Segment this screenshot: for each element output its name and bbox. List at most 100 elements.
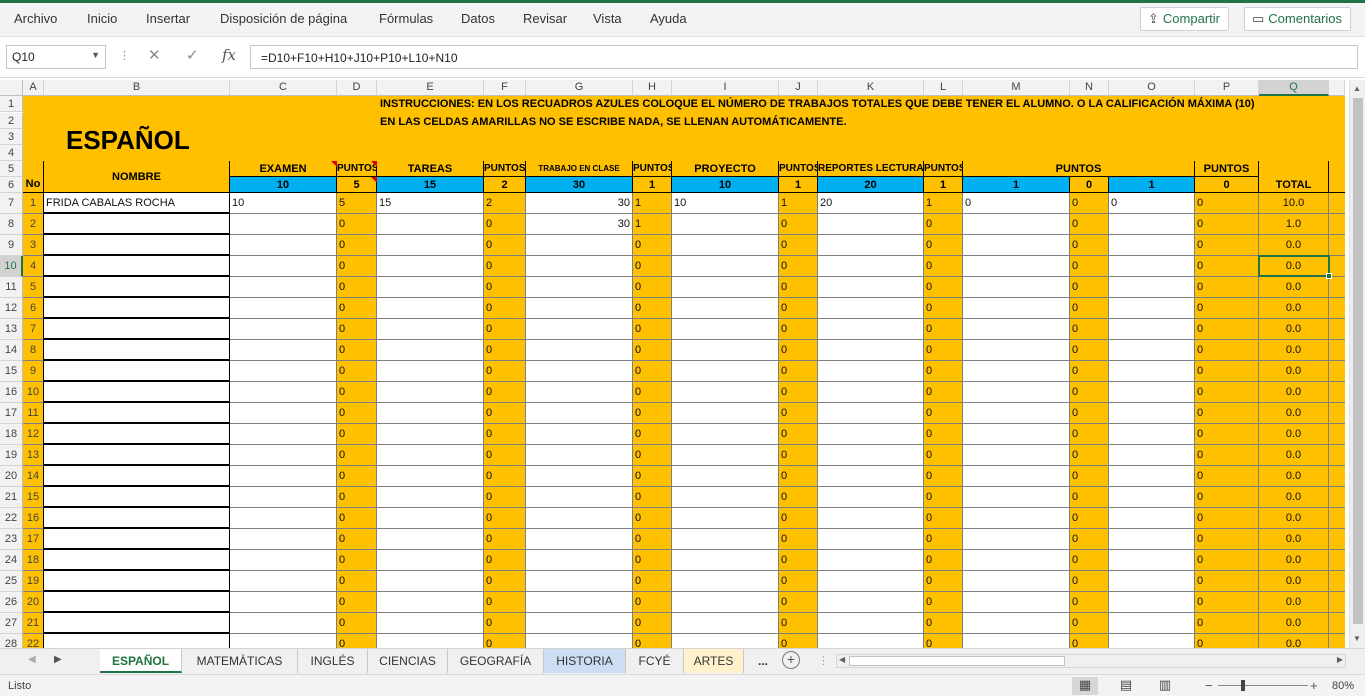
tab-espanol[interactable]: ESPAÑOL (100, 649, 182, 673)
row-header[interactable]: 22 (0, 508, 23, 529)
column-header-e[interactable]: E (377, 80, 484, 96)
computed-cell[interactable]: 0 (1195, 466, 1259, 487)
computed-cell[interactable]: 0 (1070, 382, 1109, 403)
more-tabs-button[interactable]: ... (744, 649, 782, 673)
input-cell[interactable] (963, 613, 1070, 634)
row-header[interactable]: 17 (0, 403, 23, 424)
computed-cell[interactable]: 0 (924, 319, 963, 340)
input-cell[interactable] (230, 613, 337, 634)
input-cell[interactable] (963, 550, 1070, 571)
student-name-cell[interactable] (44, 592, 230, 613)
input-cell[interactable] (377, 634, 484, 648)
input-cell[interactable] (672, 256, 779, 277)
computed-cell[interactable]: 0 (484, 487, 526, 508)
computed-cell[interactable]: 0 (337, 298, 377, 319)
computed-cell[interactable]: 0 (924, 361, 963, 382)
input-cell[interactable] (818, 466, 924, 487)
computed-cell[interactable]: 0 (1070, 529, 1109, 550)
computed-cell[interactable]: 0 (779, 214, 818, 235)
total-cell[interactable]: 0.0 (1259, 445, 1329, 466)
total-cell[interactable]: 0.0 (1259, 235, 1329, 256)
input-cell[interactable] (230, 361, 337, 382)
input-cell[interactable] (672, 214, 779, 235)
input-cell[interactable] (672, 634, 779, 648)
computed-cell[interactable]: 0 (1195, 361, 1259, 382)
computed-cell[interactable]: 0 (779, 445, 818, 466)
student-name-cell[interactable] (44, 382, 230, 403)
tab-scroll-left-icon[interactable]: ◀ (28, 654, 36, 665)
input-cell[interactable] (963, 214, 1070, 235)
computed-cell[interactable]: 0 (1195, 403, 1259, 424)
insert-function-icon[interactable]: fx (222, 46, 236, 64)
menu-vista[interactable]: Vista (593, 11, 622, 26)
computed-cell[interactable]: 0 (484, 466, 526, 487)
menu-ayuda[interactable]: Ayuda (650, 11, 687, 26)
total-cell[interactable]: 0.0 (1259, 529, 1329, 550)
input-cell[interactable] (963, 277, 1070, 298)
input-cell[interactable] (377, 466, 484, 487)
computed-cell[interactable]: 0 (484, 550, 526, 571)
menu-archivo[interactable]: Archivo (14, 11, 57, 26)
row-header[interactable]: 3 (0, 129, 23, 145)
computed-cell[interactable]: 0 (633, 487, 672, 508)
computed-cell[interactable]: 0 (337, 235, 377, 256)
input-cell[interactable] (818, 445, 924, 466)
computed-cell[interactable]: 0 (337, 529, 377, 550)
student-name-cell[interactable] (44, 256, 230, 277)
zoom-in-icon[interactable]: + (1310, 678, 1318, 693)
computed-cell[interactable]: 0 (1195, 445, 1259, 466)
computed-cell[interactable]: 0 (484, 424, 526, 445)
input-cell[interactable] (672, 613, 779, 634)
input-cell[interactable] (1109, 319, 1195, 340)
computed-cell[interactable]: 0 (924, 592, 963, 613)
scroll-left-icon[interactable]: ◀ (839, 655, 845, 664)
formula-input[interactable]: =D10+F10+H10+J10+P10+L10+N10 (250, 45, 1358, 69)
input-cell[interactable] (818, 424, 924, 445)
computed-cell[interactable]: 0 (484, 508, 526, 529)
input-cell[interactable] (1109, 235, 1195, 256)
computed-cell[interactable]: 0 (1070, 277, 1109, 298)
input-cell[interactable] (526, 256, 633, 277)
input-cell[interactable] (526, 571, 633, 592)
input-cell[interactable] (963, 634, 1070, 648)
computed-cell[interactable]: 0 (924, 529, 963, 550)
column-header-c[interactable]: C (230, 80, 337, 96)
input-cell[interactable] (1109, 592, 1195, 613)
select-all-corner[interactable] (0, 80, 23, 96)
input-cell[interactable] (1109, 214, 1195, 235)
input-cell[interactable] (963, 340, 1070, 361)
scroll-right-icon[interactable]: ▶ (1337, 655, 1343, 664)
row-header[interactable]: 14 (0, 340, 23, 361)
computed-cell[interactable]: 0 (337, 340, 377, 361)
row-header[interactable]: 25 (0, 571, 23, 592)
computed-cell[interactable]: 0 (1195, 235, 1259, 256)
input-cell[interactable] (526, 277, 633, 298)
computed-cell[interactable]: 0 (484, 256, 526, 277)
computed-cell[interactable]: 0 (779, 529, 818, 550)
total-cell[interactable]: 0.0 (1259, 298, 1329, 319)
computed-cell[interactable]: 0 (633, 571, 672, 592)
student-name-cell[interactable] (44, 298, 230, 319)
zoom-slider-handle[interactable] (1241, 680, 1245, 691)
computed-cell[interactable]: 0 (633, 634, 672, 648)
computed-cell[interactable]: 0 (779, 550, 818, 571)
computed-cell[interactable]: 5 (337, 193, 377, 214)
computed-cell[interactable]: 0 (337, 361, 377, 382)
input-cell[interactable] (818, 298, 924, 319)
tab-fcye[interactable]: FCYÉ (626, 649, 684, 673)
computed-cell[interactable]: 0 (924, 382, 963, 403)
total-cell[interactable]: 0.0 (1259, 382, 1329, 403)
spreadsheet-grid[interactable]: A B C D E F G H I J K L M N O P Q 1 2 3 4 5 6 7 8 9 10 11 12 13 14 15 16… (0, 80, 1345, 648)
computed-cell[interactable]: 0 (1070, 634, 1109, 648)
computed-cell[interactable]: 0 (1195, 277, 1259, 298)
column-header-l[interactable]: L (924, 80, 963, 96)
computed-cell[interactable]: 0 (924, 445, 963, 466)
column-header-p[interactable]: P (1195, 80, 1259, 96)
tab-ciencias[interactable]: CIENCIAS (368, 649, 448, 673)
computed-cell[interactable]: 2 (484, 193, 526, 214)
student-name-cell[interactable] (44, 529, 230, 550)
computed-cell[interactable]: 0 (484, 340, 526, 361)
input-cell[interactable] (230, 571, 337, 592)
page-break-view-icon[interactable]: ▥ (1152, 677, 1178, 695)
row-header[interactable]: 8 (0, 214, 23, 235)
